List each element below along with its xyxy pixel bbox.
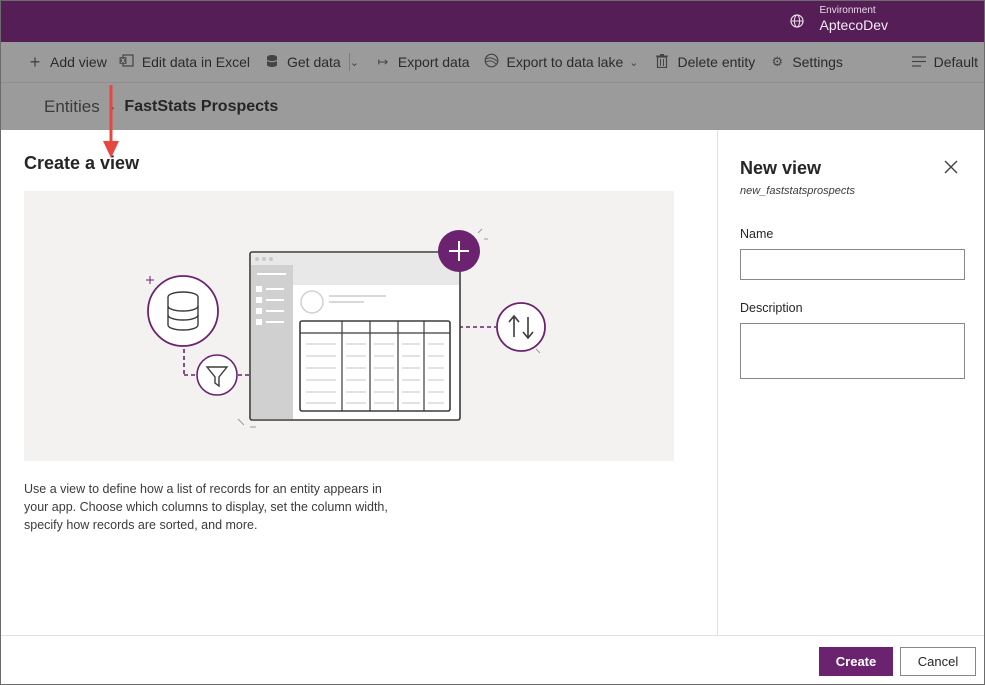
settings-button[interactable]: ⚙ Settings	[769, 54, 843, 70]
export-data-label: Export data	[397, 54, 470, 70]
description-label: Description	[740, 301, 803, 315]
view-selector[interactable]: Default	[911, 54, 978, 70]
database-icon	[264, 54, 280, 71]
footer-divider	[1, 635, 984, 636]
get-data-chevron-down-icon[interactable]: ⌄	[350, 56, 359, 69]
settings-label: Settings	[792, 54, 843, 70]
environment-name: AptecoDev	[819, 17, 888, 33]
view-selector-label: Default	[933, 54, 978, 70]
get-data-button[interactable]: Get data	[264, 54, 341, 71]
command-bar: + Add view X Edit data in Excel Get data…	[1, 42, 984, 82]
trash-icon	[654, 53, 670, 71]
page-title: Create a view	[24, 153, 140, 173]
svg-text:X: X	[121, 59, 125, 65]
new-view-panel: New view new_faststatsprospects Name Des…	[718, 130, 984, 635]
breadcrumb-current: FastStats Prospects	[124, 97, 279, 115]
export-data-button[interactable]: ↦ Export data	[375, 54, 470, 70]
edit-in-excel-button[interactable]: X Edit data in Excel	[119, 54, 250, 70]
create-view-description: Use a view to define how a list of recor…	[24, 482, 388, 532]
breadcrumb-entities-link[interactable]: Entities	[44, 97, 100, 117]
globe-icon	[789, 14, 804, 28]
panel-title: New view	[740, 158, 822, 178]
lines-icon	[911, 54, 926, 70]
gear-icon: ⚙	[771, 54, 784, 69]
delete-entity-label: Delete entity	[677, 54, 756, 70]
edit-in-excel-label: Edit data in Excel	[141, 54, 250, 70]
delete-entity-button[interactable]: Delete entity	[654, 53, 756, 71]
create-button[interactable]: Create	[819, 647, 893, 676]
name-field[interactable]	[740, 249, 965, 280]
create-view-illustration	[24, 191, 674, 461]
export-to-data-lake-label: Export to data lake	[506, 54, 624, 70]
annotation-arrow-icon	[103, 85, 119, 158]
breadcrumb: Entities › FastStats Prospects	[1, 82, 984, 130]
export-icon: ↦	[377, 54, 389, 69]
environment-label: Environment	[819, 5, 876, 16]
data-lake-chevron-down-icon[interactable]: ⌄	[629, 56, 638, 69]
create-view-info-panel: Create a view Use a view to define how a…	[1, 130, 717, 635]
environment-picker[interactable]: Environment AptecoDev	[789, 5, 888, 34]
excel-icon: X	[119, 54, 135, 70]
data-lake-icon	[484, 53, 500, 71]
top-app-bar: Environment AptecoDev	[1, 1, 984, 42]
name-label: Name	[740, 227, 774, 241]
plus-icon: +	[29, 51, 41, 72]
add-view-button[interactable]: + Add view	[27, 52, 107, 73]
add-view-label: Add view	[50, 54, 107, 70]
cancel-button[interactable]: Cancel	[900, 647, 976, 676]
get-data-label: Get data	[286, 54, 341, 70]
export-to-data-lake-button[interactable]: Export to data lake	[484, 53, 624, 71]
description-field[interactable]	[740, 323, 965, 379]
schema-name: new_faststatsprospects	[740, 185, 855, 197]
close-icon[interactable]	[940, 156, 962, 178]
